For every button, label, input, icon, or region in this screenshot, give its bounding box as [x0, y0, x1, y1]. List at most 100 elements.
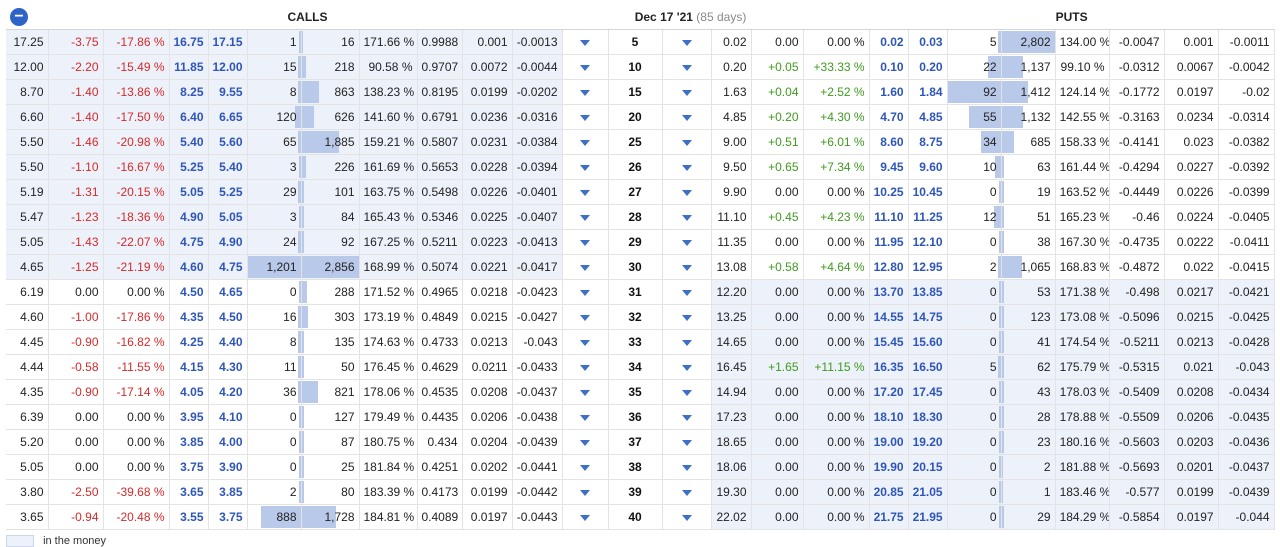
- caret-down-icon[interactable]: [681, 239, 692, 246]
- call-expand-cell[interactable]: [562, 429, 609, 455]
- put-expand-cell[interactable]: [662, 329, 712, 355]
- caret-down-icon[interactable]: [580, 239, 590, 246]
- call-expand-cell[interactable]: [562, 479, 609, 505]
- call-theta: -0.0433: [512, 354, 563, 380]
- caret-down-icon[interactable]: [580, 139, 590, 146]
- caret-down-icon[interactable]: [580, 214, 590, 221]
- call-expand-cell[interactable]: [562, 29, 609, 55]
- caret-down-icon[interactable]: [580, 464, 590, 471]
- put-expand-cell[interactable]: [662, 454, 712, 480]
- call-expand-cell[interactable]: [562, 254, 609, 280]
- call-expand-cell[interactable]: [562, 229, 609, 255]
- call-expand-cell[interactable]: [562, 79, 609, 105]
- caret-down-icon[interactable]: [580, 39, 590, 46]
- put-open-interest-bar: [1001, 281, 1004, 303]
- put-expand-cell[interactable]: [662, 204, 712, 230]
- collapse-circle-minus-icon[interactable]: −: [10, 8, 28, 26]
- caret-down-icon[interactable]: [681, 189, 692, 196]
- put-expand-cell[interactable]: [662, 254, 712, 280]
- put-expand-cell[interactable]: [662, 229, 712, 255]
- caret-down-icon[interactable]: [580, 414, 590, 421]
- put-ask: 1.84: [908, 79, 948, 105]
- put-expand-cell[interactable]: [662, 179, 712, 205]
- caret-down-icon[interactable]: [580, 89, 590, 96]
- call-expand-cell[interactable]: [562, 454, 609, 480]
- caret-down-icon[interactable]: [580, 364, 590, 371]
- caret-down-icon[interactable]: [681, 389, 692, 396]
- caret-down-icon[interactable]: [681, 314, 692, 321]
- put-ask: 12.10: [908, 229, 948, 255]
- call-expand-cell[interactable]: [562, 404, 609, 430]
- put-delta: -0.4872: [1109, 254, 1165, 280]
- caret-down-icon[interactable]: [580, 314, 590, 321]
- call-expand-cell[interactable]: [562, 129, 609, 155]
- caret-down-icon[interactable]: [681, 114, 692, 121]
- caret-down-icon[interactable]: [681, 39, 692, 46]
- put-expand-cell[interactable]: [662, 304, 712, 330]
- put-expand-cell[interactable]: [662, 129, 712, 155]
- call-theta: -0.0441: [512, 454, 563, 480]
- put-expand-cell[interactable]: [662, 404, 712, 430]
- caret-down-icon[interactable]: [580, 189, 590, 196]
- caret-down-icon[interactable]: [681, 464, 692, 471]
- put-expand-cell[interactable]: [662, 354, 712, 380]
- call-expand-cell[interactable]: [562, 179, 609, 205]
- caret-down-icon[interactable]: [681, 139, 692, 146]
- call-open-interest-bar: [301, 306, 308, 328]
- put-expand-cell[interactable]: [662, 504, 712, 530]
- call-expand-cell[interactable]: [562, 54, 609, 80]
- caret-down-icon[interactable]: [580, 389, 590, 396]
- call-expand-cell[interactable]: [562, 304, 609, 330]
- put-expand-cell[interactable]: [662, 154, 712, 180]
- call-expand-cell[interactable]: [562, 204, 609, 230]
- put-expand-cell[interactable]: [662, 79, 712, 105]
- put-volume-value: 0: [989, 335, 997, 349]
- call-expand-cell[interactable]: [562, 104, 609, 130]
- caret-down-icon[interactable]: [681, 164, 692, 171]
- caret-down-icon[interactable]: [580, 489, 590, 496]
- caret-down-icon[interactable]: [681, 489, 692, 496]
- caret-down-icon[interactable]: [681, 364, 692, 371]
- call-bid: 4.25: [169, 329, 209, 355]
- call-expand-cell[interactable]: [562, 354, 609, 380]
- call-expand-cell[interactable]: [562, 329, 609, 355]
- caret-down-icon[interactable]: [580, 339, 590, 346]
- put-expand-cell[interactable]: [662, 54, 712, 80]
- caret-down-icon[interactable]: [681, 64, 692, 71]
- call-iv: 138.23 %: [359, 79, 418, 105]
- caret-down-icon[interactable]: [580, 289, 590, 296]
- caret-down-icon[interactable]: [580, 514, 590, 521]
- caret-down-icon[interactable]: [681, 514, 692, 521]
- call-expand-cell[interactable]: [562, 154, 609, 180]
- call-open-interest-value: 1,885: [324, 135, 355, 149]
- call-expand-cell[interactable]: [562, 279, 609, 305]
- put-expand-cell[interactable]: [662, 479, 712, 505]
- put-expand-cell[interactable]: [662, 279, 712, 305]
- put-expand-cell[interactable]: [662, 104, 712, 130]
- caret-down-icon[interactable]: [580, 64, 590, 71]
- caret-down-icon[interactable]: [580, 264, 590, 271]
- call-open-interest-value: 84: [341, 210, 355, 224]
- put-expand-cell[interactable]: [662, 29, 712, 55]
- call-expand-cell[interactable]: [562, 504, 609, 530]
- caret-down-icon[interactable]: [580, 164, 590, 171]
- caret-down-icon[interactable]: [681, 264, 692, 271]
- caret-down-icon[interactable]: [681, 414, 692, 421]
- caret-down-icon[interactable]: [580, 439, 590, 446]
- put-delta: -0.5854: [1109, 504, 1165, 530]
- caret-down-icon[interactable]: [681, 289, 692, 296]
- caret-down-icon[interactable]: [681, 89, 692, 96]
- caret-down-icon[interactable]: [681, 214, 692, 221]
- call-change: -1.31: [48, 179, 104, 205]
- put-expand-cell[interactable]: [662, 429, 712, 455]
- put-open-interest: 63: [1001, 154, 1056, 180]
- caret-down-icon[interactable]: [580, 114, 590, 121]
- caret-down-icon[interactable]: [681, 439, 692, 446]
- put-open-interest-bar: [1001, 256, 1022, 278]
- call-expand-cell[interactable]: [562, 379, 609, 405]
- caret-down-icon[interactable]: [681, 339, 692, 346]
- put-change: +0.20: [751, 104, 804, 130]
- put-iv: 124.14 %: [1055, 79, 1110, 105]
- call-change-pct: 0.00 %: [103, 454, 170, 480]
- put-expand-cell[interactable]: [662, 379, 712, 405]
